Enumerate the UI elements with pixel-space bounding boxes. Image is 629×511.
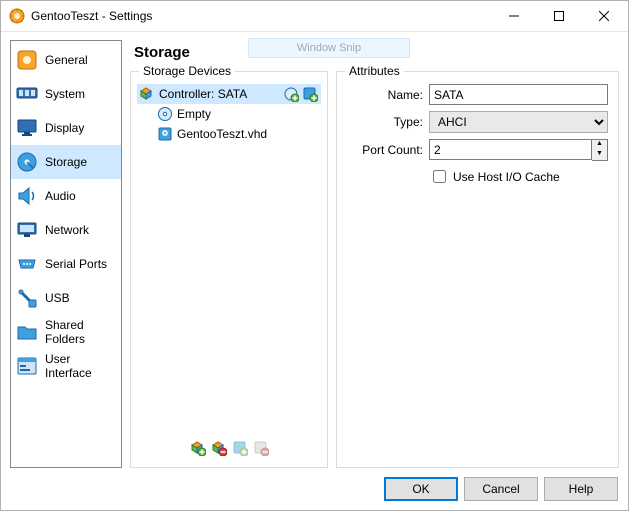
usb-icon (15, 286, 39, 310)
add-harddisk-button[interactable] (301, 85, 319, 103)
attributes-group: Attributes Name: Type: AHCI Port Count: … (336, 71, 619, 468)
serial-icon (15, 252, 39, 276)
sidebar-item-usb[interactable]: USB (11, 281, 121, 315)
sidebar-item-label: Storage (45, 155, 87, 169)
ok-button[interactable]: OK (384, 477, 458, 501)
name-field[interactable] (429, 84, 608, 105)
name-label: Name: (347, 88, 423, 102)
sidebar-item-label: USB (45, 291, 70, 305)
hdd-icon (157, 126, 173, 142)
audio-icon (15, 184, 39, 208)
sidebar-item-label: General (45, 53, 88, 67)
hostio-label: Use Host I/O Cache (453, 170, 560, 184)
sidebar-item-audio[interactable]: Audio (11, 179, 121, 213)
portcount-stepper[interactable]: ▲▼ (429, 139, 608, 161)
remove-attachment-button[interactable] (252, 439, 270, 457)
add-controller-button[interactable] (189, 439, 207, 457)
portcount-label: Port Count: (347, 143, 423, 157)
folder-icon (15, 320, 39, 344)
hostio-checkbox[interactable] (433, 170, 446, 183)
controller-row[interactable]: Controller: SATA (137, 84, 321, 104)
add-attachment-button[interactable] (231, 439, 249, 457)
sidebar-item-system[interactable]: System (11, 77, 121, 111)
attributes-legend: Attributes (345, 64, 404, 78)
app-icon (9, 8, 25, 24)
storage-tree[interactable]: Controller: SATA Empty Gen (137, 82, 321, 431)
sidebar-item-label: User Interface (45, 352, 117, 380)
storage-toolbar (137, 431, 321, 461)
storage-icon (15, 150, 39, 174)
controller-icon (139, 86, 155, 102)
sidebar-item-folder[interactable]: Shared Folders (11, 315, 121, 349)
settings-sidebar: General System Display Storage Audio Network S… (10, 40, 122, 468)
system-icon (15, 82, 39, 106)
remove-controller-button[interactable] (210, 439, 228, 457)
type-label: Type: (347, 115, 423, 129)
sidebar-item-label: Display (45, 121, 84, 135)
sidebar-item-display[interactable]: Display (11, 111, 121, 145)
ui-icon (15, 354, 39, 378)
general-icon (15, 48, 39, 72)
tree-item-label: Empty (177, 107, 211, 121)
sidebar-item-ui[interactable]: User Interface (11, 349, 121, 383)
sidebar-item-label: Serial Ports (45, 257, 107, 271)
tree-item-vhd[interactable]: GentooTeszt.vhd (137, 124, 321, 144)
sidebar-item-network[interactable]: Network (11, 213, 121, 247)
add-optical-button[interactable] (282, 85, 300, 103)
minimize-button[interactable] (491, 2, 536, 31)
sidebar-item-label: Shared Folders (45, 318, 117, 346)
controller-label: Controller: SATA (159, 87, 247, 101)
sidebar-item-label: Network (45, 223, 89, 237)
dialog-footer: OK Cancel Help (1, 468, 628, 510)
sidebar-item-label: Audio (45, 189, 76, 203)
help-button[interactable]: Help (544, 477, 618, 501)
storage-devices-legend: Storage Devices (139, 64, 235, 78)
display-icon (15, 116, 39, 140)
network-icon (15, 218, 39, 242)
maximize-button[interactable] (536, 2, 581, 31)
sidebar-item-label: System (45, 87, 85, 101)
sidebar-item-general[interactable]: General (11, 43, 121, 77)
type-select[interactable]: AHCI (429, 111, 608, 133)
tree-item-label: GentooTeszt.vhd (177, 127, 267, 141)
sidebar-item-storage[interactable]: Storage (11, 145, 121, 179)
sidebar-item-serial[interactable]: Serial Ports (11, 247, 121, 281)
storage-devices-group: Storage Devices Controller: SATA (130, 71, 328, 468)
title-bar: GentooTeszt - Settings (1, 1, 628, 32)
tree-item-empty[interactable]: Empty (137, 104, 321, 124)
settings-window: GentooTeszt - Settings Window Snip Gener… (0, 0, 629, 511)
close-button[interactable] (581, 2, 626, 31)
cancel-button[interactable]: Cancel (464, 477, 538, 501)
window-title: GentooTeszt - Settings (31, 9, 152, 23)
cd-icon (157, 106, 173, 122)
main-panel: Storage Storage Devices Controller: SATA (128, 40, 619, 468)
portcount-spin[interactable]: ▲▼ (592, 139, 608, 161)
portcount-field[interactable] (429, 139, 592, 160)
